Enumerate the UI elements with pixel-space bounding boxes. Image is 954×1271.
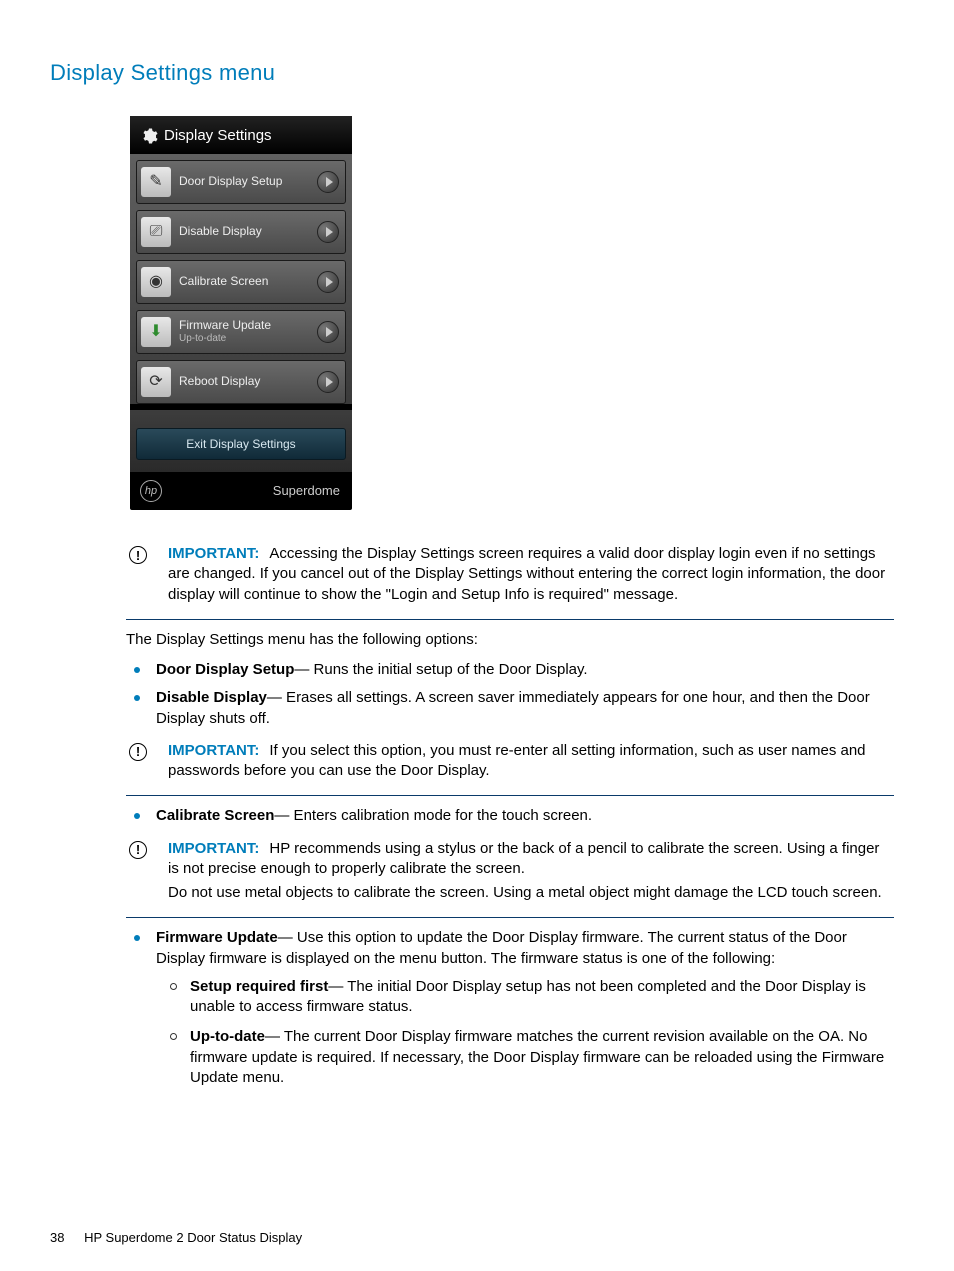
menu-item-disable-display[interactable]: ⎚ Disable Display [136, 210, 346, 254]
option-door-display-setup: Door Display Setup— Runs the initial set… [156, 660, 894, 680]
alert-icon: ! [126, 841, 150, 859]
door-display-setup-icon: ✎ [141, 167, 171, 197]
calibrate-screen-icon: ◉ [141, 267, 171, 297]
panel-footer-text: Superdome [273, 482, 340, 500]
menu-item-label: Reboot Display [179, 375, 317, 389]
alert-icon: ! [126, 546, 150, 564]
suboption-up-to-date: Up-to-date— The current Door Display fir… [190, 1027, 894, 1088]
page-number: 38 [50, 1230, 64, 1245]
menu-item-reboot-display[interactable]: ⟳ Reboot Display [136, 360, 346, 404]
firmware-status-list: Setup required first— The initial Door D… [190, 977, 894, 1088]
chevron-right-icon [317, 271, 339, 293]
chevron-right-icon [317, 371, 339, 393]
disable-display-icon: ⎚ [141, 217, 171, 247]
option-calibrate-screen: Calibrate Screen— Enters calibration mod… [156, 806, 894, 826]
gear-icon [140, 127, 158, 145]
suboption-setup-required: Setup required first— The initial Door D… [190, 977, 894, 1018]
menu-list: ✎ Door Display Setup ⎚ Disable Display ◉… [130, 154, 352, 404]
intro-text: The Display Settings menu has the follow… [126, 630, 894, 650]
menu-item-label: Disable Display [179, 225, 317, 239]
menu-item-calibrate-screen[interactable]: ◉ Calibrate Screen [136, 260, 346, 304]
menu-item-door-display-setup[interactable]: ✎ Door Display Setup [136, 160, 346, 204]
panel-footer: hp Superdome [130, 472, 352, 506]
callout-label: IMPORTANT: [168, 840, 259, 857]
important-callout-3: ! IMPORTANT:HP recommends using a stylus… [126, 835, 894, 919]
page-footer: 38 HP Superdome 2 Door Status Display [50, 1229, 302, 1247]
page-title: Display Settings menu [50, 58, 904, 88]
panel-title: Display Settings [164, 126, 272, 146]
chevron-right-icon [317, 321, 339, 343]
menu-item-label: Firmware Update [179, 319, 317, 333]
doc-title: HP Superdome 2 Door Status Display [84, 1230, 302, 1245]
options-list: Calibrate Screen— Enters calibration mod… [156, 806, 894, 826]
display-settings-panel: Display Settings ✎ Door Display Setup ⎚ … [130, 116, 352, 510]
exit-area: Exit Display Settings [130, 410, 352, 472]
hp-logo-icon: hp [140, 480, 162, 502]
callout-text-2: Do not use metal objects to calibrate th… [168, 883, 894, 903]
menu-item-label: Door Display Setup [179, 175, 317, 189]
alert-icon: ! [126, 743, 150, 761]
callout-text: HP recommends using a stylus or the back… [168, 840, 879, 877]
exit-display-settings-button[interactable]: Exit Display Settings [136, 428, 346, 460]
callout-label: IMPORTANT: [168, 545, 259, 562]
option-firmware-update: Firmware Update— Use this option to upda… [156, 928, 894, 1088]
menu-item-label: Calibrate Screen [179, 275, 317, 289]
chevron-right-icon [317, 221, 339, 243]
menu-item-firmware-update[interactable]: ⬇ Firmware Update Up-to-date [136, 310, 346, 354]
options-list: Door Display Setup— Runs the initial set… [156, 660, 894, 729]
reboot-display-icon: ⟳ [141, 367, 171, 397]
important-callout-2: ! IMPORTANT:If you select this option, y… [126, 737, 894, 797]
options-list: Firmware Update— Use this option to upda… [156, 928, 894, 1088]
chevron-right-icon [317, 171, 339, 193]
menu-item-sublabel: Up-to-date [179, 333, 317, 345]
option-disable-display: Disable Display— Erases all settings. A … [156, 688, 894, 729]
callout-text: Accessing the Display Settings screen re… [168, 545, 885, 603]
callout-label: IMPORTANT: [168, 742, 259, 759]
callout-text: If you select this option, you must re-e… [168, 742, 866, 779]
panel-header: Display Settings [130, 116, 352, 154]
firmware-update-icon: ⬇ [141, 317, 171, 347]
important-callout-1: ! IMPORTANT:Accessing the Display Settin… [126, 540, 894, 620]
